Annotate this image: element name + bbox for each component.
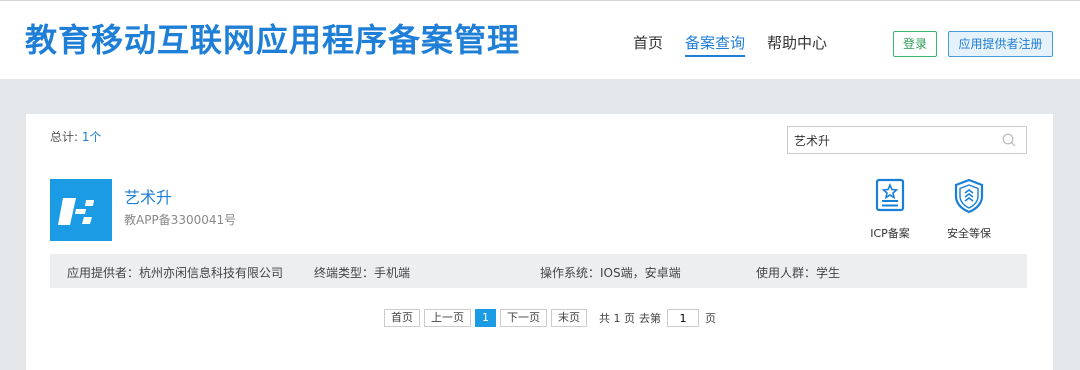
security-shield-icon <box>954 178 984 214</box>
search-box <box>787 126 1027 154</box>
app-logo[interactable] <box>50 179 112 241</box>
app-logo-mark-icon <box>58 198 94 225</box>
icp-badge[interactable]: ICP备案 <box>858 178 922 241</box>
security-badge[interactable]: 安全等保 <box>937 178 1001 241</box>
goto-label: 去第 <box>639 312 661 325</box>
results-panel: 总计: 1个 艺术升 教APP备3300041号 ICP备案 <box>26 114 1053 370</box>
total-pages-text: 共 1 页 <box>599 312 635 325</box>
next-page-button[interactable]: 下一页 <box>500 309 547 327</box>
first-page-button[interactable]: 首页 <box>384 309 420 327</box>
icp-badge-label: ICP备案 <box>870 227 910 240</box>
total-count-value: 1个 <box>81 130 102 144</box>
goto-page-input[interactable] <box>667 309 699 327</box>
provider-register-button[interactable]: 应用提供者注册 <box>948 31 1053 57</box>
last-page-button[interactable]: 末页 <box>551 309 587 327</box>
current-page-button[interactable]: 1 <box>475 309 496 327</box>
app-info-bar: 应用提供者：杭州亦闲信息科技有限公司 终端类型：手机端 操作系统：IOS端，安卓… <box>50 254 1027 288</box>
security-badge-label: 安全等保 <box>947 227 991 240</box>
nav-help-center[interactable]: 帮助中心 <box>767 32 827 57</box>
total-label: 总计: <box>50 130 79 144</box>
nav-record-query[interactable]: 备案查询 <box>685 32 746 57</box>
search-icon[interactable] <box>1002 133 1016 147</box>
site-title[interactable]: 教育移动互联网应用程序备案管理 <box>25 20 520 60</box>
os-info: 操作系统：IOS端，安卓端 <box>540 266 681 280</box>
main-nav: 首页 备案查询 帮助中心 <box>633 32 849 57</box>
icp-record-icon <box>875 178 905 212</box>
pagination: 首页 上一页 1 下一页 末页 共 1 页 去第 页 <box>384 309 716 327</box>
audience-info: 使用人群：学生 <box>756 266 841 280</box>
search-input[interactable] <box>794 130 994 150</box>
prev-page-button[interactable]: 上一页 <box>424 309 471 327</box>
total-count: 总计: 1个 <box>50 128 102 145</box>
provider-info: 应用提供者：杭州亦闲信息科技有限公司 <box>67 266 284 280</box>
app-record-number: 教APP备3300041号 <box>124 213 237 227</box>
page-suffix: 页 <box>705 312 716 325</box>
app-name[interactable]: 艺术升 <box>124 184 172 208</box>
terminal-type-info: 终端类型：手机端 <box>314 266 411 280</box>
site-header: 教育移动互联网应用程序备案管理 首页 备案查询 帮助中心 登录 应用提供者注册 <box>0 0 1080 79</box>
login-button[interactable]: 登录 <box>893 31 937 57</box>
nav-home[interactable]: 首页 <box>633 32 663 57</box>
